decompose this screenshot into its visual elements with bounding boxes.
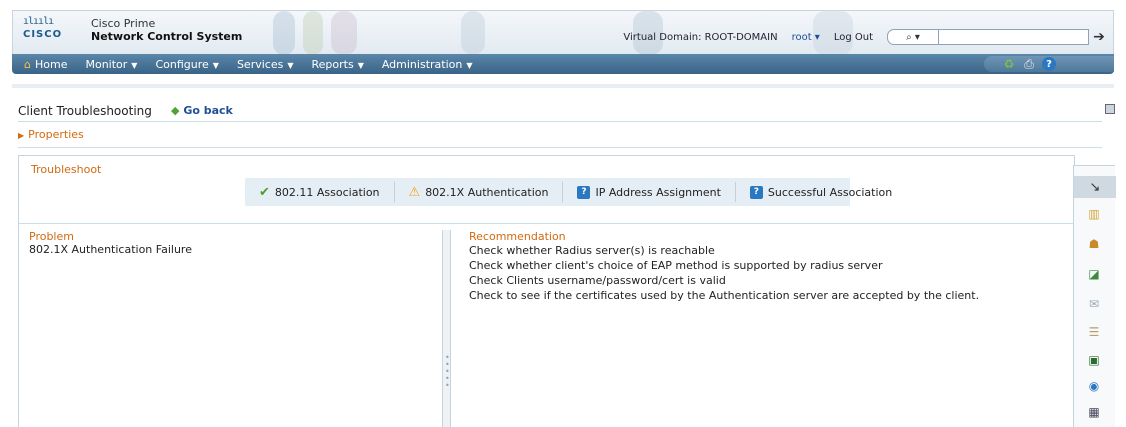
drag-handle-icon[interactable]: • • • • • xyxy=(445,354,450,390)
divider xyxy=(19,223,1074,224)
problem-heading: Problem xyxy=(29,230,74,243)
troubleshoot-title: Troubleshoot xyxy=(31,163,102,176)
question-icon: ? xyxy=(749,185,763,199)
step-ip-address-assignment[interactable]: ? IP Address Assignment xyxy=(563,182,736,202)
nav-services-label: Services xyxy=(236,57,284,71)
check-icon: ✔ xyxy=(259,184,270,200)
logo-text: CISCO xyxy=(23,29,63,40)
nav-configure-label: Configure xyxy=(155,57,209,71)
chevron-down-icon: ▼ xyxy=(131,60,138,70)
properties-toggle[interactable]: ▶ Properties xyxy=(18,128,84,141)
pane-splitter[interactable]: • • • • • xyxy=(443,230,451,427)
help-icon[interactable]: ? xyxy=(1042,57,1056,71)
recommendation-pane: Recommendation Check whether Radius serv… xyxy=(469,230,1069,303)
search-go-icon[interactable]: ➔ xyxy=(1091,29,1107,45)
header-decoration xyxy=(273,11,295,54)
search-scope-dropdown[interactable]: ⌕ ▾ xyxy=(887,29,939,45)
step-label: Successful Association xyxy=(767,185,893,199)
mail-icon[interactable]: ✉ xyxy=(1085,296,1103,312)
back-arrow-icon: ◆ xyxy=(171,104,180,117)
chevron-down-icon: ▼ xyxy=(287,60,294,70)
expand-arrow-icon: ▶ xyxy=(18,131,25,140)
home-icon: ⌂ xyxy=(24,57,31,71)
list-icon[interactable]: ☰ xyxy=(1085,324,1103,340)
nav-tools: ♻ ⎙ ? xyxy=(984,56,1114,72)
header-decoration xyxy=(461,11,485,54)
product-name: Cisco Prime Network Control System xyxy=(91,17,242,43)
step-8021x-authentication[interactable]: ⚠ 802.1X Authentication xyxy=(395,182,564,202)
nav-reports[interactable]: Reports ▼ xyxy=(302,58,372,71)
header-decoration xyxy=(303,11,323,54)
print-icon[interactable]: ⎙ xyxy=(1022,57,1036,71)
refresh-icon[interactable]: ♻ xyxy=(1002,57,1016,71)
nav-home[interactable]: ⌂ Home xyxy=(12,58,76,71)
logout-link[interactable]: Log Out xyxy=(834,32,873,43)
wrench-icon[interactable]: ↘ xyxy=(1074,176,1116,198)
user-group-icon[interactable]: ☗ xyxy=(1085,236,1103,252)
product-line2: Network Control System xyxy=(91,30,243,43)
go-back-label: Go back xyxy=(183,104,233,117)
virtual-domain-label: Virtual Domain: ROOT-DOMAIN xyxy=(623,31,778,43)
right-toolbar: ↘ ▥ ☗ ◪ ✉ ☰ ▣ ◉ ▦ xyxy=(1073,165,1116,427)
nav-administration[interactable]: Administration ▼ xyxy=(373,58,482,71)
recommendation-item: Check Clients username/password/cert is … xyxy=(469,274,726,287)
main-nav: ⌂ Home Monitor ▼ Configure ▼ Services ▼ Repo… xyxy=(12,54,1114,74)
go-back-link[interactable]: ◆ Go back xyxy=(171,104,233,117)
nav-administration-label: Administration xyxy=(381,57,463,71)
step-label: IP Address Assignment xyxy=(595,185,721,199)
search-input[interactable] xyxy=(939,29,1089,45)
user-menu[interactable]: root ▾ xyxy=(792,32,820,43)
globe-icon[interactable]: ◉ xyxy=(1085,378,1103,394)
chart-icon[interactable]: ◪ xyxy=(1085,266,1103,282)
properties-label: Properties xyxy=(28,128,84,141)
nav-monitor-label: Monitor xyxy=(85,57,128,71)
nav-monitor[interactable]: Monitor ▼ xyxy=(76,58,146,71)
question-icon: ? xyxy=(577,185,591,199)
chevron-down-icon: ▼ xyxy=(212,60,219,70)
cisco-logo: ılıılı CISCO xyxy=(23,16,63,41)
app-header: ılıılı CISCO Cisco Prime Network Control… xyxy=(12,10,1114,54)
problem-text: 802.1X Authentication Failure xyxy=(29,243,192,256)
chevron-down-icon: ▼ xyxy=(466,60,473,70)
recommendation-heading: Recommendation xyxy=(469,230,566,243)
nav-services[interactable]: Services ▼ xyxy=(228,58,303,71)
page-title: Client Troubleshooting xyxy=(18,104,152,118)
product-line1: Cisco Prime xyxy=(91,17,156,30)
step-successful-association[interactable]: ? Successful Association xyxy=(736,182,906,202)
recommendation-item: Check to see if the certificates used by… xyxy=(469,289,980,302)
nav-home-label: Home xyxy=(34,57,68,71)
divider xyxy=(18,121,1102,122)
monitor-icon[interactable]: ▣ xyxy=(1085,352,1103,368)
grid-icon[interactable]: ▦ xyxy=(1085,404,1103,420)
recommendation-item: Check whether Radius server(s) is reacha… xyxy=(469,244,715,257)
nav-reports-label: Reports xyxy=(311,57,354,71)
step-80211-association[interactable]: ✔ 802.11 Association xyxy=(245,182,395,202)
header-right: Virtual Domain: ROOT-DOMAIN root ▾ Log O… xyxy=(623,29,1107,45)
troubleshoot-steps: ✔ 802.11 Association ⚠ 802.1X Authentica… xyxy=(245,178,892,206)
report-icon[interactable]: ▥ xyxy=(1085,206,1103,222)
warning-icon: ⚠ xyxy=(408,184,421,200)
recommendation-item: Check whether client's choice of EAP met… xyxy=(469,259,883,272)
header-decoration xyxy=(331,11,357,54)
chevron-down-icon: ▼ xyxy=(357,60,364,70)
step-label: 802.11 Association xyxy=(274,185,380,199)
page-menu-icon[interactable] xyxy=(1105,104,1115,114)
problem-pane: Problem 802.1X Authentication Failure xyxy=(29,230,443,427)
header-separator xyxy=(12,84,1114,88)
step-label: 802.1X Authentication xyxy=(425,185,549,199)
nav-configure[interactable]: Configure ▼ xyxy=(146,58,227,71)
logo-bars: ılıılı xyxy=(23,16,54,27)
divider xyxy=(18,147,1102,148)
troubleshoot-panel: Troubleshoot ✔ 802.11 Association ⚠ 802.… xyxy=(18,155,1075,427)
